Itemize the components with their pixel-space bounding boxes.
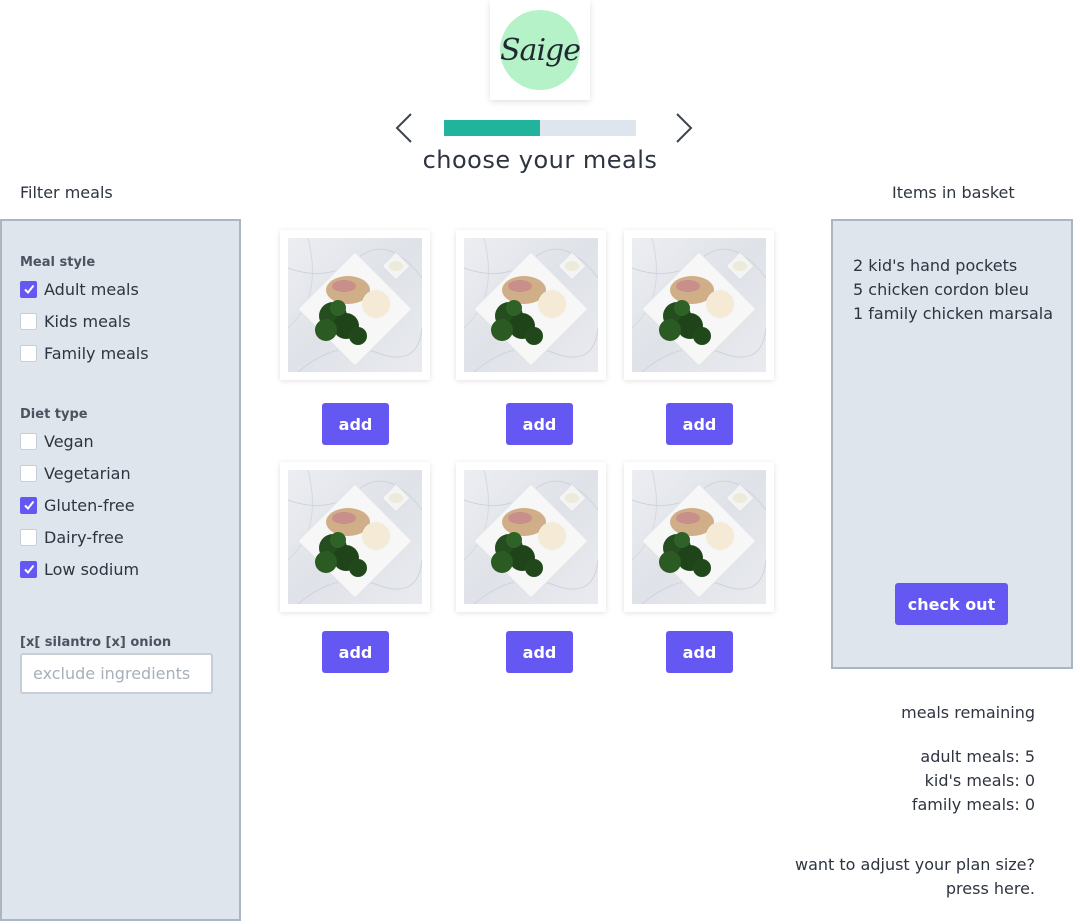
add-meal-button[interactable]: add — [666, 631, 733, 673]
meal-photo — [288, 470, 422, 604]
filter-label: Vegan — [44, 431, 94, 451]
add-meal-button[interactable]: add — [506, 403, 573, 445]
checkbox[interactable] — [20, 464, 37, 482]
progress-bar — [444, 120, 636, 136]
meal-card[interactable] — [624, 462, 774, 612]
check-icon — [23, 500, 34, 511]
filter-heading: Filter meals — [20, 183, 113, 202]
filter-gluten-free[interactable]: Gluten-free — [20, 495, 135, 515]
adjust-plan-text: want to adjust your plan size? — [795, 855, 1035, 874]
kids-meals-remaining: kid's meals: 0 — [924, 771, 1035, 790]
checkbox[interactable] — [20, 280, 37, 298]
checkbox[interactable] — [20, 432, 37, 450]
filter-low-sodium[interactable]: Low sodium — [20, 559, 139, 579]
logo-text: Saige — [500, 32, 581, 68]
filter-dairy-free[interactable]: Dairy-free — [20, 527, 124, 547]
meal-photo — [464, 470, 598, 604]
basket-panel: 2 kid's hand pockets 5 chicken cordon bl… — [831, 219, 1073, 669]
basket-item: 5 chicken cordon bleu — [853, 280, 1029, 299]
filter-label: Adult meals — [44, 279, 139, 299]
checkout-button[interactable]: check out — [895, 583, 1008, 625]
filter-panel: Meal style Adult meals Kids meals Family… — [0, 219, 241, 921]
filter-label: Vegetarian — [44, 463, 131, 483]
chevron-left-icon[interactable] — [393, 112, 417, 144]
logo: Saige — [500, 10, 581, 90]
meal-card[interactable] — [624, 230, 774, 380]
checkbox[interactable] — [20, 344, 37, 362]
meal-card[interactable] — [280, 230, 430, 380]
checkbox[interactable] — [20, 528, 37, 546]
meal-photo — [464, 238, 598, 372]
filter-vegan[interactable]: Vegan — [20, 431, 94, 451]
chevron-right-icon[interactable] — [671, 112, 695, 144]
logo-card: Saige — [490, 0, 590, 100]
meal-photo — [632, 470, 766, 604]
meal-style-label: Meal style — [20, 255, 96, 270]
progress-fill — [444, 120, 540, 136]
checkbox[interactable] — [20, 560, 37, 578]
add-meal-button[interactable]: add — [322, 403, 389, 445]
meal-photo — [632, 238, 766, 372]
adjust-plan-link[interactable]: press here. — [946, 879, 1035, 898]
filter-label: Kids meals — [44, 311, 131, 331]
filter-family-meals[interactable]: Family meals — [20, 343, 149, 363]
filter-label: Dairy-free — [44, 527, 124, 547]
meal-photo — [288, 238, 422, 372]
filter-label: Gluten-free — [44, 495, 135, 515]
filter-label: Low sodium — [44, 559, 140, 579]
meal-card[interactable] — [456, 230, 606, 380]
meal-card[interactable] — [456, 462, 606, 612]
filter-adult-meals[interactable]: Adult meals — [20, 279, 139, 299]
check-icon — [23, 284, 34, 295]
meal-card[interactable] — [280, 462, 430, 612]
filter-kids-meals[interactable]: Kids meals — [20, 311, 131, 331]
basket-item: 2 kid's hand pockets — [853, 256, 1018, 275]
page-title: choose your meals — [422, 146, 658, 174]
basket-item: 1 family chicken marsala — [853, 304, 1054, 323]
check-icon — [23, 564, 34, 575]
add-meal-button[interactable]: add — [506, 631, 573, 673]
exclude-ingredients-input[interactable] — [20, 653, 213, 694]
exclude-tags: [x[ silantro [x] onion — [20, 635, 172, 650]
meals-remaining-heading: meals remaining — [901, 703, 1035, 722]
checkbox[interactable] — [20, 496, 37, 514]
diet-type-label: Diet type — [20, 407, 88, 422]
filter-label: Family meals — [44, 343, 149, 363]
add-meal-button[interactable]: add — [666, 403, 733, 445]
add-meal-button[interactable]: add — [322, 631, 389, 673]
basket-heading: Items in basket — [892, 183, 1015, 202]
filter-vegetarian[interactable]: Vegetarian — [20, 463, 131, 483]
family-meals-remaining: family meals: 0 — [911, 795, 1035, 814]
checkbox[interactable] — [20, 312, 37, 330]
adult-meals-remaining: adult meals: 5 — [920, 747, 1035, 766]
